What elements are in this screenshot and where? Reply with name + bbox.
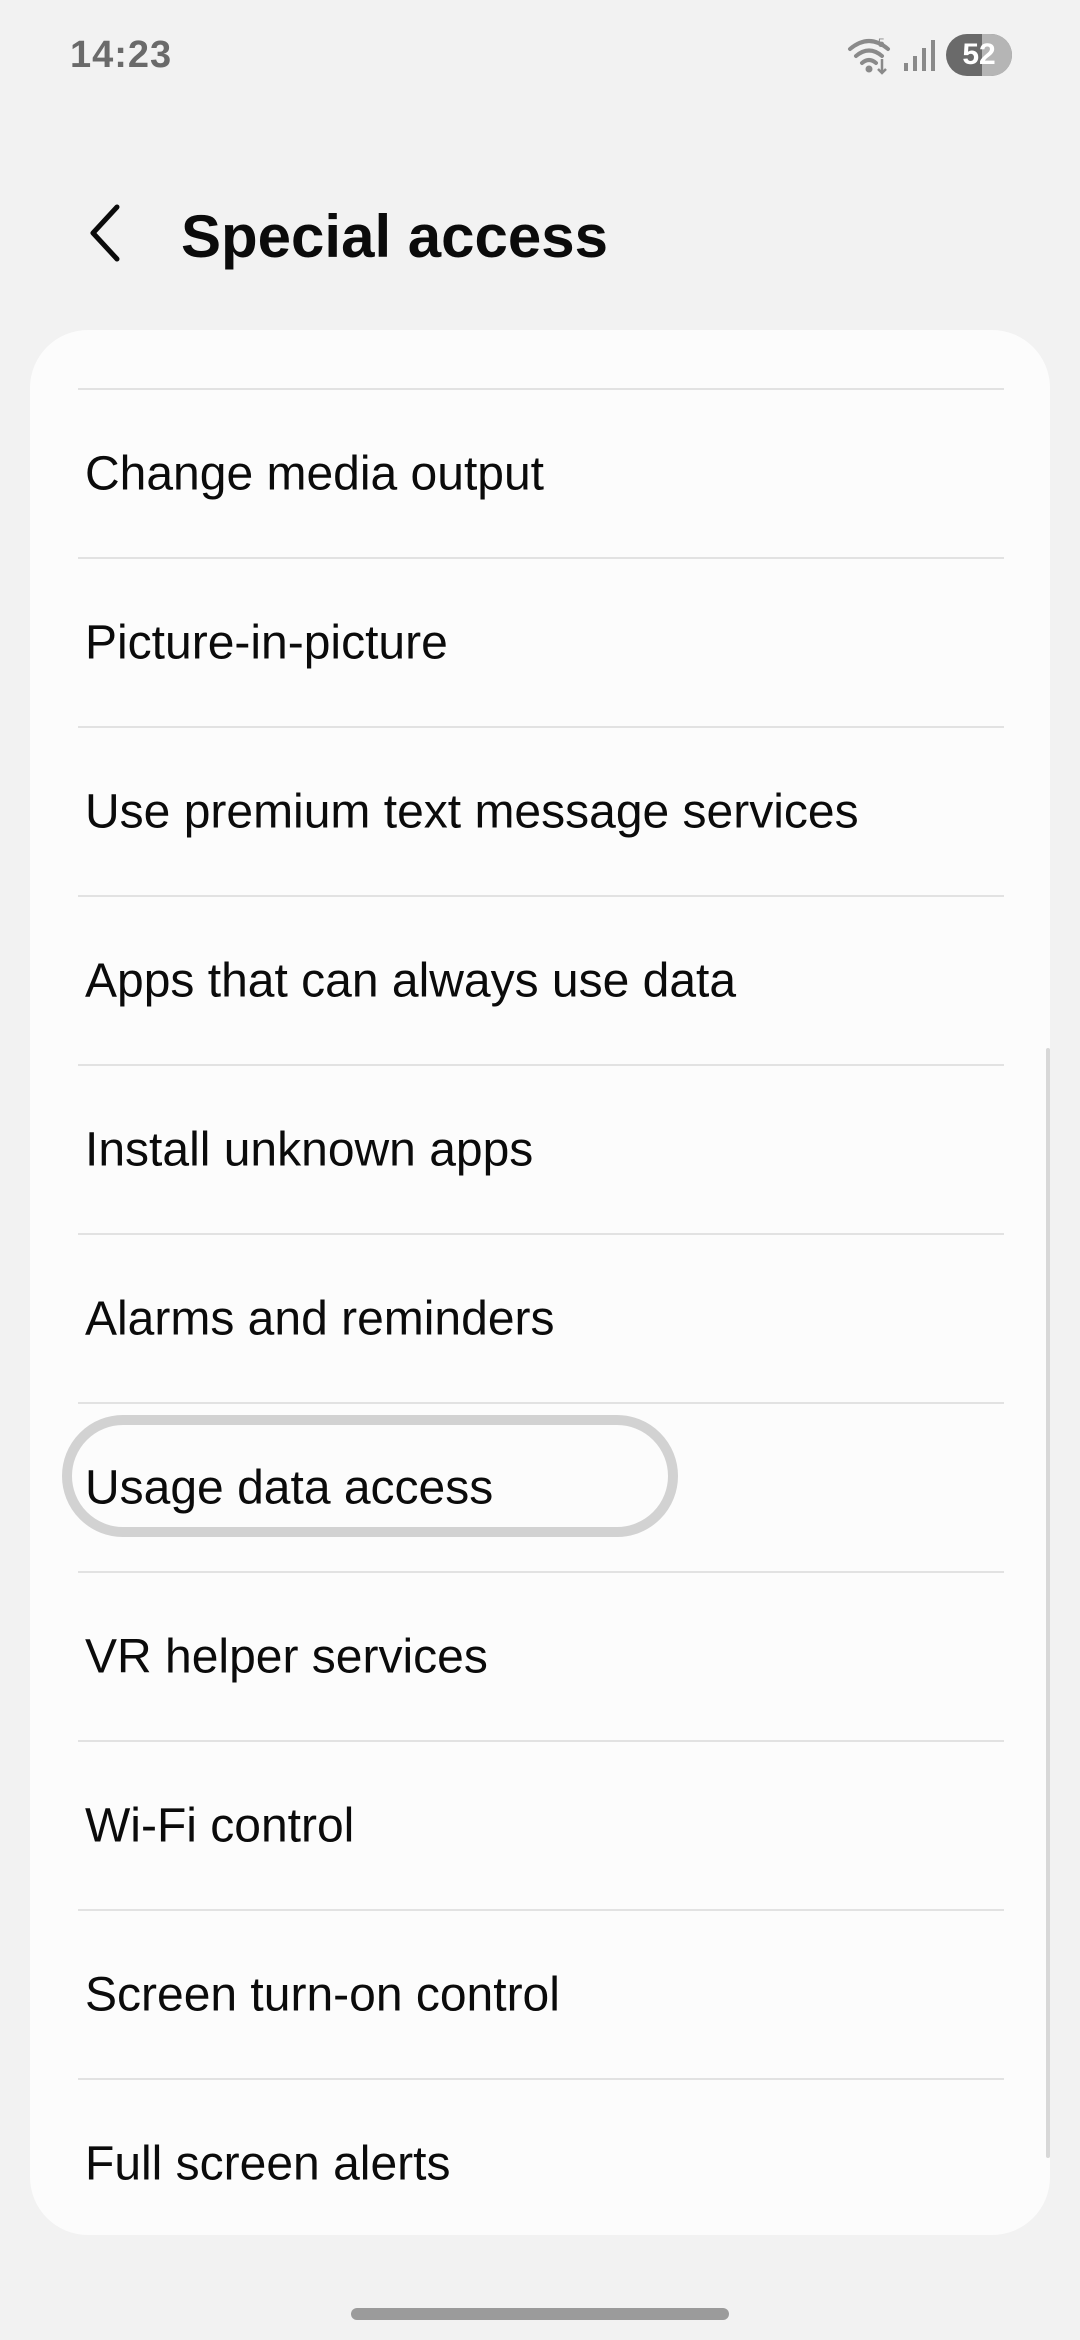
list-item-label: Use premium text message services (85, 785, 859, 838)
list-item-label: Full screen alerts (85, 2137, 451, 2190)
list-item-vr-helper-services[interactable]: VR helper services (78, 1571, 1004, 1740)
list-item-install-unknown-apps[interactable]: Install unknown apps (78, 1064, 1004, 1233)
status-bar: 14:23 5 52 (0, 0, 1080, 110)
list-item-screen-turn-on-control[interactable]: Screen turn-on control (78, 1909, 1004, 2078)
list-item-label: Install unknown apps (85, 1123, 534, 1176)
list-item-usage-data-access[interactable]: Usage data access (62, 1402, 1004, 1571)
list-item-change-media-output[interactable]: Change media output (78, 388, 1004, 557)
status-icons: 5 52 (846, 32, 1012, 78)
status-time: 14:23 (70, 34, 173, 76)
home-indicator[interactable] (351, 2308, 729, 2320)
list-item-label: Change media output (85, 447, 544, 500)
signal-icon (904, 40, 935, 71)
page-title: Special access (181, 203, 609, 270)
list-item-label: Picture-in-picture (85, 616, 448, 669)
list-item-apps-always-use-data[interactable]: Apps that can always use data (78, 895, 1004, 1064)
list-item-picture-in-picture[interactable]: Picture-in-picture (78, 557, 1004, 726)
header: Special access (0, 180, 1080, 290)
special-access-list: Change media output Picture-in-picture U… (30, 388, 1050, 2235)
list-item-label: Wi-Fi control (85, 1799, 355, 1852)
list-item-label: Usage data access (85, 1461, 494, 1514)
list-item-label: Alarms and reminders (85, 1292, 555, 1345)
list-item-label: Screen turn-on control (85, 1968, 560, 2021)
back-button[interactable] (70, 198, 140, 268)
list-item-wifi-control[interactable]: Wi-Fi control (78, 1740, 1004, 1909)
battery-level: 52 (962, 38, 996, 71)
wifi-icon: 5 (848, 36, 890, 75)
settings-card: Change media output Picture-in-picture U… (30, 330, 1050, 2235)
list-item-alarms-and-reminders[interactable]: Alarms and reminders (78, 1233, 1004, 1402)
svg-text:5: 5 (878, 36, 885, 50)
screen: 14:23 5 52 Special access Change media o… (0, 0, 1080, 2340)
list-item-label: Apps that can always use data (85, 954, 737, 1007)
scrollbar[interactable] (1046, 1048, 1050, 2158)
battery-icon: 52 (946, 34, 1012, 76)
list-item-premium-text-message[interactable]: Use premium text message services (78, 726, 1004, 895)
list-item-full-screen-alerts[interactable]: Full screen alerts (78, 2078, 1004, 2235)
list-item-label: VR helper services (85, 1630, 488, 1683)
chevron-left-icon (90, 204, 120, 262)
